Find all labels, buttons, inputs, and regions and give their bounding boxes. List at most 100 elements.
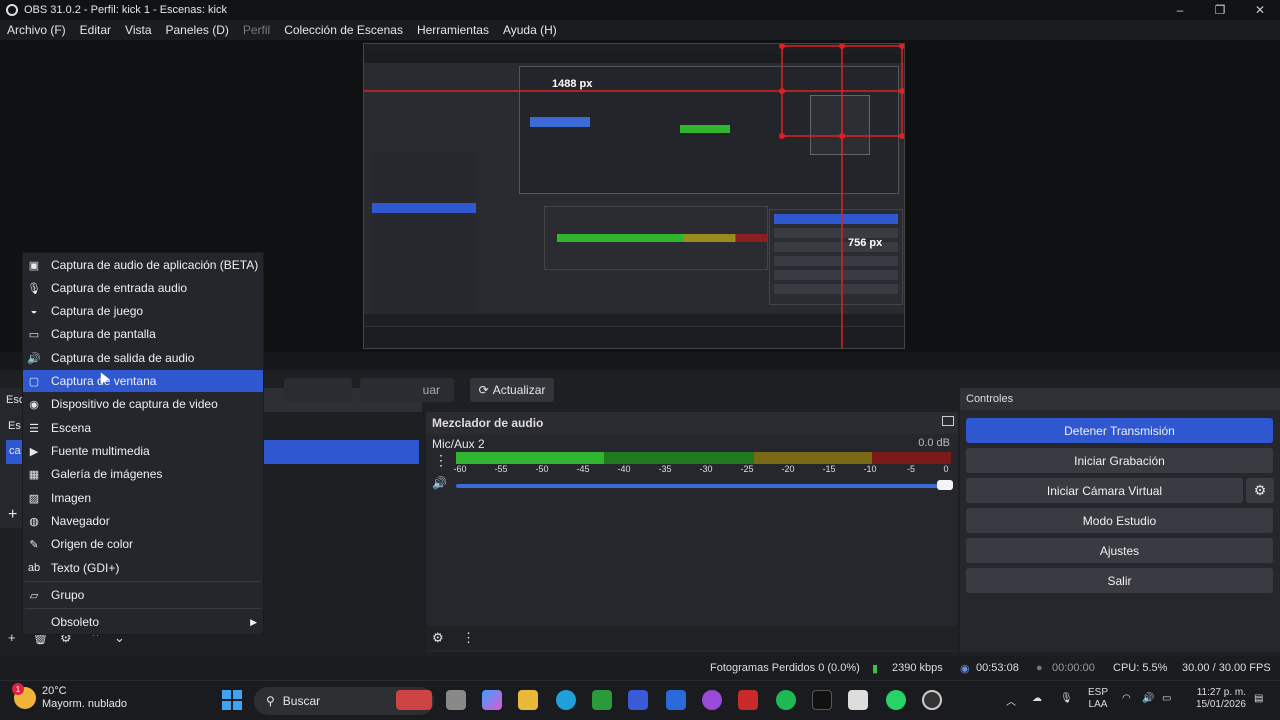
language-indicator[interactable]: ESP LAA	[1088, 687, 1108, 720]
meter-red-zone	[872, 452, 951, 464]
menu-item-video-capture-device[interactable]: ◉ Dispositivo de captura de video	[23, 393, 263, 415]
window-controls: – ❐ ✕	[1160, 0, 1280, 20]
add-source-icon[interactable]: +	[8, 630, 16, 645]
exit-button[interactable]: Salir	[966, 568, 1273, 593]
copilot-icon[interactable]	[482, 690, 502, 710]
menu-item-label: Texto (GDI+)	[51, 561, 120, 575]
menu-item-browser[interactable]: ◍ Navegador	[23, 510, 263, 532]
weather-widget[interactable]: 1 20°C Mayorm. nublado	[12, 683, 127, 711]
edge-icon[interactable]	[556, 690, 576, 710]
menu-item-text-gdi[interactable]: ab Texto (GDI+)	[23, 557, 263, 579]
submenu-arrow-icon: ▶	[250, 616, 257, 627]
excel-icon[interactable]	[592, 690, 612, 710]
mic-tray-icon[interactable]: 🎙	[1060, 693, 1073, 720]
menu-item-app-audio-capture[interactable]: ▣ Captura de audio de aplicación (BETA)	[23, 254, 263, 276]
dropped-frames: Fotogramas Perdidos 0 (0.0%)	[710, 662, 860, 674]
notification-icon[interactable]: ▤	[1254, 693, 1263, 720]
menu-item-window-capture[interactable]: ▢ Captura de ventana	[23, 370, 263, 392]
game-app-icon[interactable]	[738, 690, 758, 710]
menu-item-game-capture[interactable]: ◒ Captura de juego	[23, 300, 263, 322]
menu-item-group[interactable]: ▱ Grupo	[23, 584, 263, 606]
menu-editar[interactable]: Editar	[73, 23, 118, 37]
cloud-icon[interactable]: ☁	[1032, 693, 1042, 720]
menu-item-scene[interactable]: ☰ Escena	[23, 417, 263, 439]
refresh-icon: ⟳	[478, 383, 489, 397]
volume-fader[interactable]	[456, 480, 953, 490]
brush-icon: ✎	[29, 538, 39, 551]
clock[interactable]: 11:27 p. m. 15/01/2026	[1188, 687, 1246, 720]
menu-ayuda[interactable]: Ayuda (H)	[496, 23, 564, 37]
image-icon: ▨	[28, 492, 40, 505]
menu-item-image[interactable]: ▨ Imagen	[23, 487, 263, 509]
mixer-title: Mezclador de audio	[426, 412, 958, 434]
meter-level-peak	[456, 452, 604, 464]
battery-icon[interactable]: ▭	[1162, 693, 1171, 720]
menu-coleccion-escenas[interactable]: Colección de Escenas	[277, 23, 410, 37]
studio-mode-button[interactable]: Modo Estudio	[966, 508, 1273, 533]
minimize-button[interactable]: –	[1160, 0, 1200, 20]
task-view-icon[interactable]	[446, 690, 466, 710]
add-scene-icon[interactable]: +	[8, 506, 17, 524]
stop-stream-button[interactable]: Detener Transmisión	[966, 418, 1273, 443]
tiktok-icon[interactable]	[812, 690, 832, 710]
menu-item-label: Origen de color	[51, 537, 134, 551]
menu-item-image-slideshow[interactable]: ▦ Galería de imágenes	[23, 463, 263, 485]
undock-icon[interactable]	[942, 416, 954, 426]
menu-item-display-capture[interactable]: ▭ Captura de pantalla	[23, 323, 263, 345]
refresh-button[interactable]: ⟳ Actualizar	[470, 378, 554, 402]
store-icon[interactable]	[628, 690, 648, 710]
menu-herramientas[interactable]: Herramientas	[410, 23, 496, 37]
tick-label: -5	[906, 464, 916, 474]
maximize-button[interactable]: ❐	[1200, 0, 1240, 20]
track-menu-icon[interactable]: ⋮	[434, 452, 448, 469]
menu-item-color-source[interactable]: ✎ Origen de color	[23, 533, 263, 555]
menu-item-label: Escena	[51, 421, 92, 435]
mixer-toolbar: ⚙ ⋮	[426, 626, 958, 650]
preview-canvas[interactable]: 1488 px 756 px	[363, 43, 905, 349]
volume-tray-icon[interactable]: 🔊	[1142, 693, 1154, 720]
tick-label: -60	[453, 464, 467, 474]
start-virtual-camera-button[interactable]: Iniciar Cámara Virtual	[966, 478, 1243, 503]
start-recording-button[interactable]: Iniciar Grabación	[966, 448, 1273, 473]
spotify-icon[interactable]	[776, 690, 796, 710]
menu-perfil[interactable]: Perfil	[236, 23, 277, 37]
start-button[interactable]	[222, 690, 242, 710]
menu-item-media-source[interactable]: ▶ Fuente multimedia	[23, 440, 263, 462]
mixer-menu-icon[interactable]: ⋮	[462, 630, 475, 646]
tick-label: -35	[658, 464, 672, 474]
weather-icon: 1	[12, 683, 36, 709]
close-button[interactable]: ✕	[1240, 0, 1280, 20]
virtual-camera-settings-icon[interactable]: ⚙	[1246, 478, 1274, 503]
tick-label: -30	[699, 464, 713, 474]
menu-item-deprecated[interactable]: Obsoleto ▶	[23, 611, 263, 633]
wifi-icon[interactable]: ◠	[1122, 693, 1131, 720]
menu-archivo[interactable]: Archivo (F)	[0, 23, 73, 37]
menu-item-label: Grupo	[51, 588, 85, 602]
speaker-icon: 🔊	[27, 352, 41, 365]
speaker-icon[interactable]: 🔊	[432, 476, 447, 490]
tick-label: -50	[535, 464, 549, 474]
interact-button[interactable]: uar	[360, 378, 454, 402]
menu-item-label: Galería de imágenes	[51, 467, 163, 481]
visual-studio-icon[interactable]	[666, 690, 686, 710]
menu-item-audio-output-capture[interactable]: 🔊 Captura de salida de audio	[23, 347, 263, 369]
meter-yellow-zone	[754, 452, 872, 464]
settings-button[interactable]: Ajustes	[966, 538, 1273, 563]
status-bar: Fotogramas Perdidos 0 (0.0%) ▮ 2390 kbps…	[0, 656, 1280, 680]
widget-icon[interactable]	[396, 690, 432, 710]
obs-taskbar-icon[interactable]	[922, 690, 942, 710]
filters-button[interactable]	[284, 378, 352, 402]
advanced-audio-icon[interactable]: ⚙	[432, 630, 444, 646]
tray-chevron-icon[interactable]: ︿	[1006, 693, 1016, 720]
whatsapp-icon[interactable]	[886, 690, 906, 710]
volume-fader-knob[interactable]	[937, 480, 953, 490]
file-explorer-icon[interactable]	[518, 690, 538, 710]
notepad-icon[interactable]	[848, 690, 868, 710]
source-row-selected[interactable]	[264, 440, 419, 464]
tick-label: -25	[740, 464, 754, 474]
menu-vista[interactable]: Vista	[118, 23, 158, 37]
vpn-icon[interactable]	[702, 690, 722, 710]
bitrate: 2390 kbps	[892, 662, 943, 674]
menu-item-audio-input-capture[interactable]: 🎙 Captura de entrada audio	[23, 277, 263, 299]
menu-paneles[interactable]: Paneles (D)	[159, 23, 236, 37]
